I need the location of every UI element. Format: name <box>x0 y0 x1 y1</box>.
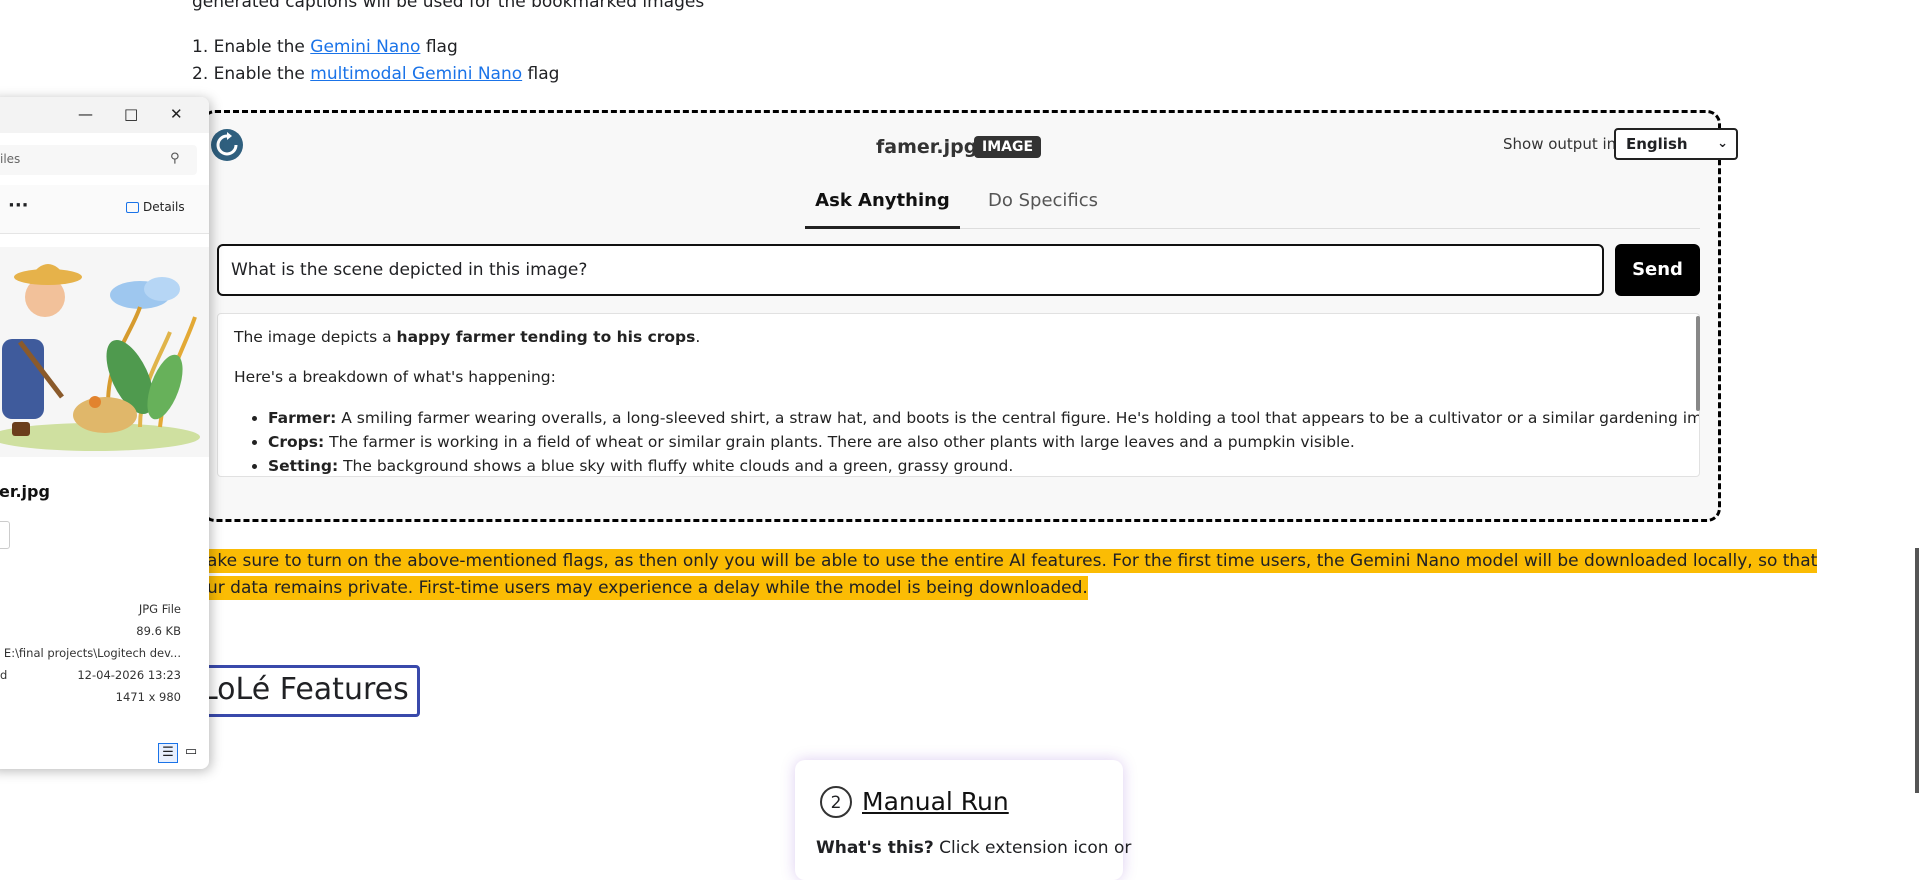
minimize-icon[interactable]: — <box>78 105 93 123</box>
file-size: 89.6 KB <box>136 624 181 638</box>
image-preview <box>0 247 209 457</box>
refresh-icon[interactable] <box>210 128 244 162</box>
step-suffix: flag <box>527 64 560 84</box>
page-scrollbar[interactable] <box>1915 548 1919 793</box>
step-prefix: Enable the <box>213 64 305 84</box>
tab-ask-anything[interactable]: Ask Anything <box>805 184 960 229</box>
file-date: 12-04-2026 13:23 <box>77 668 181 682</box>
list-item: Setting: The background shows a blue sky… <box>268 456 1683 476</box>
explorer-toolbar: ··· Details <box>0 185 209 234</box>
maximize-icon[interactable]: □ <box>124 105 138 123</box>
close-icon[interactable]: ✕ <box>170 105 183 123</box>
file-path: E:\final projects\Logitech dev... <box>3 646 181 660</box>
file-rating-box[interactable] <box>0 521 10 549</box>
answer-list: Farmer: A smiling farmer wearing overall… <box>234 408 1699 476</box>
step-prefix: Enable the <box>213 37 305 57</box>
flag-steps: 1. Enable the Gemini Nano flag 2. Enable… <box>192 34 559 88</box>
intro-text: generated captions will be used for the … <box>192 0 705 12</box>
file-type: JPG File <box>138 602 181 616</box>
chevron-down-icon: ⌄ <box>1717 136 1728 151</box>
flags-notice: ake sure to turn on the above-mentioned … <box>207 548 1818 602</box>
step-number: 1. <box>192 37 209 57</box>
gemini-nano-link[interactable]: Gemini Nano <box>310 37 420 57</box>
search-icon[interactable]: ⚲ <box>170 151 180 166</box>
answer-breakdown: Here's a breakdown of what's happening: <box>234 368 556 386</box>
tiles-view-icon[interactable]: ▭ <box>182 743 200 761</box>
image-type-badge: IMAGE <box>974 136 1042 158</box>
details-pane-icon <box>126 202 139 213</box>
manual-run-card <box>795 760 1123 880</box>
language-value: English <box>1626 135 1688 153</box>
search-placeholder: iles <box>0 152 21 166</box>
selected-file-name: er.jpg <box>0 482 50 501</box>
answer-box[interactable]: The image depicts a happy farmer tending… <box>217 313 1700 477</box>
step-number: 2. <box>192 64 209 84</box>
mode-tabs: Ask Anything Do Specifics <box>805 184 1700 229</box>
manual-run-title[interactable]: Manual Run <box>862 787 1009 816</box>
features-heading: LoLé Features <box>198 665 420 717</box>
step-number-badge: 2 <box>820 786 852 818</box>
window-titlebar: — □ ✕ <box>0 97 209 133</box>
step-suffix: flag <box>425 37 458 57</box>
more-options-icon[interactable]: ··· <box>8 195 29 216</box>
date-label: d <box>0 668 8 682</box>
details-view-icon[interactable]: ☰ <box>158 743 178 763</box>
language-select[interactable]: English ⌄ <box>1614 128 1738 160</box>
file-explorer-window: — □ ✕ iles ⚲ ··· Details er.jpg JPG File… <box>0 97 209 769</box>
file-dimensions: 1471 x 980 <box>115 690 181 704</box>
notice-line-2: ur data remains private. First-time user… <box>207 576 1088 600</box>
list-item: Crops: The farmer is working in a field … <box>268 432 1683 452</box>
question-input[interactable]: What is the scene depicted in this image… <box>217 244 1604 296</box>
manual-run-description: What's this? Click extension icon or <box>816 838 1132 858</box>
answer-intro: The image depicts a happy farmer tending… <box>234 328 701 346</box>
show-output-label: Show output in: <box>1503 135 1622 153</box>
multimodal-gemini-nano-link[interactable]: multimodal Gemini Nano <box>310 64 522 84</box>
step-2: 2. Enable the multimodal Gemini Nano fla… <box>192 61 559 88</box>
step-1: 1. Enable the Gemini Nano flag <box>192 34 559 61</box>
image-filename: famer.jpg <box>876 136 978 158</box>
list-item: Farmer: A smiling farmer wearing overall… <box>268 408 1699 428</box>
send-button[interactable]: Send <box>1615 244 1700 296</box>
details-button[interactable]: Details <box>126 200 185 214</box>
answer-scrollbar[interactable] <box>1696 316 1700 411</box>
search-box[interactable]: iles ⚲ <box>0 145 197 175</box>
notice-line-1: ake sure to turn on the above-mentioned … <box>207 549 1818 573</box>
tab-do-specifics[interactable]: Do Specifics <box>988 184 1098 226</box>
